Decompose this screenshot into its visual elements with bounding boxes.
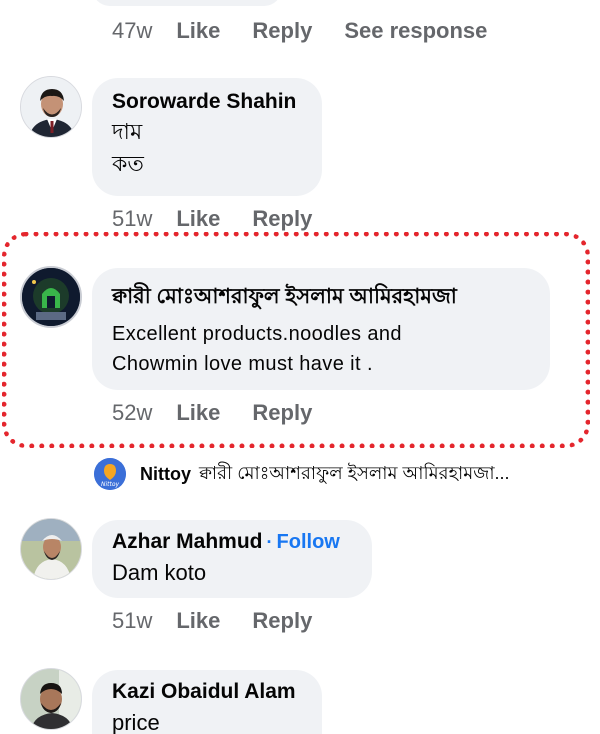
comment-bubble[interactable]: Azhar Mahmud · Follow Dam koto bbox=[92, 520, 372, 598]
person-avatar-icon bbox=[21, 669, 81, 729]
comment-author[interactable]: ক্বারী মোঃআশরাফুল ইসলাম আমিরহামজা bbox=[112, 280, 530, 315]
reply-button[interactable]: Reply bbox=[252, 18, 312, 44]
see-response-button[interactable]: See response bbox=[344, 18, 487, 44]
person-avatar-icon bbox=[21, 519, 81, 579]
comment-bubble[interactable]: Sorowarde Shahin দাম কত bbox=[92, 78, 322, 196]
comment-time[interactable]: 51w bbox=[112, 206, 152, 232]
reply-button[interactable]: Reply bbox=[252, 608, 312, 634]
comment-time[interactable]: 47w bbox=[112, 18, 152, 44]
previous-comment-bubble bbox=[92, 0, 282, 6]
previous-comment-actions: 47w Like Reply See response bbox=[112, 18, 519, 44]
follow-button[interactable]: Follow bbox=[277, 531, 340, 553]
comment-bubble[interactable]: ক্বারী মোঃআশরাফুল ইসলাম আমিরহামজা Excell… bbox=[92, 268, 550, 390]
comment-bubble[interactable]: Kazi Obaidul Alam price bbox=[92, 670, 322, 734]
comment-author[interactable]: Azhar Mahmud bbox=[112, 530, 263, 553]
reply-preview[interactable]: Nittoy Nittoy ক্বারী মোঃআশরাফুল ইসলাম আম… bbox=[94, 458, 510, 490]
avatar[interactable] bbox=[20, 668, 82, 730]
reply-author[interactable]: Nittoy bbox=[140, 464, 191, 485]
avatar[interactable] bbox=[20, 518, 82, 580]
comments-screen: 47w Like Reply See response Sorowarde Sh… bbox=[0, 0, 600, 734]
comment-actions: 51w Like Reply bbox=[112, 608, 344, 634]
reply-snippet[interactable]: ক্বারী মোঃআশরাফুল ইসলাম আমিরহামজা... bbox=[199, 459, 510, 490]
separator-dot: · bbox=[266, 532, 273, 552]
comment-author[interactable]: Kazi Obaidul Alam bbox=[112, 680, 302, 704]
comment-text-line: দাম bbox=[112, 119, 143, 144]
comment-time[interactable]: 51w bbox=[112, 608, 152, 634]
like-button[interactable]: Like bbox=[176, 206, 220, 232]
nittoy-logo-text: Nittoy bbox=[101, 481, 120, 488]
person-avatar-icon bbox=[21, 77, 81, 137]
nittoy-logo-icon: Nittoy bbox=[94, 458, 126, 490]
comment-actions: 52w Like Reply bbox=[112, 400, 344, 426]
reply-button[interactable]: Reply bbox=[252, 400, 312, 426]
mosque-avatar-icon bbox=[22, 268, 80, 326]
comment-author[interactable]: Sorowarde Shahin bbox=[112, 90, 302, 114]
comment-text-line: কত bbox=[112, 151, 144, 176]
reply-button[interactable]: Reply bbox=[252, 206, 312, 232]
avatar[interactable]: Nittoy bbox=[94, 458, 126, 490]
like-button[interactable]: Like bbox=[176, 18, 220, 44]
comment-text-line: Excellent products.noodles and bbox=[112, 323, 402, 345]
comment-text-line: price bbox=[112, 710, 160, 734]
like-button[interactable]: Like bbox=[176, 400, 220, 426]
comment-text-line: Dam koto bbox=[112, 560, 207, 585]
comment-author-row: Azhar Mahmud · Follow bbox=[112, 530, 352, 554]
comment-text-line: Chowmin love must have it . bbox=[112, 353, 373, 375]
comment-time[interactable]: 52w bbox=[112, 400, 152, 426]
avatar[interactable] bbox=[20, 266, 82, 328]
comment-actions: 51w Like Reply bbox=[112, 206, 344, 232]
avatar[interactable] bbox=[20, 76, 82, 138]
like-button[interactable]: Like bbox=[176, 608, 220, 634]
